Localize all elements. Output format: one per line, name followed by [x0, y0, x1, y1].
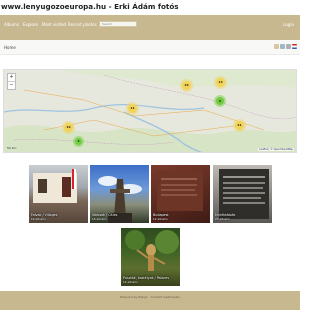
album-count: 12 albums [153, 217, 168, 222]
album-count: 16 albums [92, 217, 107, 222]
album-tile[interactable]: Falvak / Villages 19 albums [29, 165, 88, 223]
map-cluster-marker[interactable]: 13 [216, 78, 225, 87]
site-title[interactable]: www.lenyugozoeuropa.hu - Erki Ádám fotós [1, 2, 179, 11]
album-count: 23 albums [215, 217, 230, 222]
nav-albums[interactable]: Albums [4, 22, 19, 27]
album-tile[interactable]: Puszták, kastélyok / Palaces 14 albums [121, 228, 180, 286]
album-caption: Emléktáblák 23 albums [215, 214, 235, 222]
album-tile[interactable]: Emléktáblák 23 albums [213, 165, 272, 223]
album-count: 14 albums [123, 280, 138, 285]
flag-icon[interactable] [292, 44, 297, 49]
album-caption: Városok / Cities 16 albums [92, 214, 117, 222]
camera-icon[interactable] [286, 44, 291, 49]
calendar-icon[interactable] [274, 44, 279, 49]
album-tile[interactable]: Budapest 12 albums [151, 165, 210, 223]
map-cluster-marker[interactable]: 9 [216, 97, 224, 105]
map-attribution[interactable]: Leaflet | © OpenStreetMap [258, 148, 294, 151]
toolbar-icons [274, 44, 297, 49]
breadcrumb[interactable]: Home [4, 45, 16, 50]
map-cluster-marker[interactable]: 11 [128, 104, 137, 113]
footer-text[interactable]: Powered by Piwigo · Contact webmaster [0, 295, 300, 299]
map-tiles [4, 70, 296, 152]
album-caption: Budapest 12 albums [153, 214, 169, 222]
map[interactable]: + − 19 13 11 9 16 21 4 50 km Leaflet | ©… [3, 69, 297, 153]
album-count: 19 albums [31, 217, 46, 222]
subbar: Home [0, 40, 300, 55]
site-header: www.lenyugozoeuropa.hu - Erki Ádám fotós [0, 0, 300, 15]
album-tile[interactable]: Városok / Cities 16 albums [90, 165, 149, 223]
navbar: Albums Explore Most visited Recent photo… [0, 15, 300, 40]
album-caption: Falvak / Villages 19 albums [31, 214, 57, 222]
album-caption: Puszták, kastélyok / Palaces 14 albums [123, 277, 169, 285]
map-cluster-marker[interactable]: 16 [64, 123, 73, 132]
login-link[interactable]: Login [283, 22, 294, 27]
map-cluster-marker[interactable]: 21 [235, 121, 244, 130]
map-cluster-marker[interactable]: 19 [182, 81, 191, 90]
nav-most-visited[interactable]: Most visited [42, 22, 66, 27]
zoom-in-button[interactable]: + [8, 74, 15, 81]
zoom-control: + − [7, 73, 16, 90]
footer: Powered by Piwigo · Contact webmaster [0, 291, 300, 310]
map-scale: 50 km [7, 146, 17, 150]
zoom-out-button[interactable]: − [8, 81, 15, 89]
nav-explore[interactable]: Explore [23, 22, 38, 27]
map-cluster-marker[interactable]: 4 [75, 138, 82, 145]
search-input[interactable]: Search [99, 21, 137, 27]
map-icon[interactable] [280, 44, 285, 49]
nav-recent-photos[interactable]: Recent photos [68, 22, 97, 27]
